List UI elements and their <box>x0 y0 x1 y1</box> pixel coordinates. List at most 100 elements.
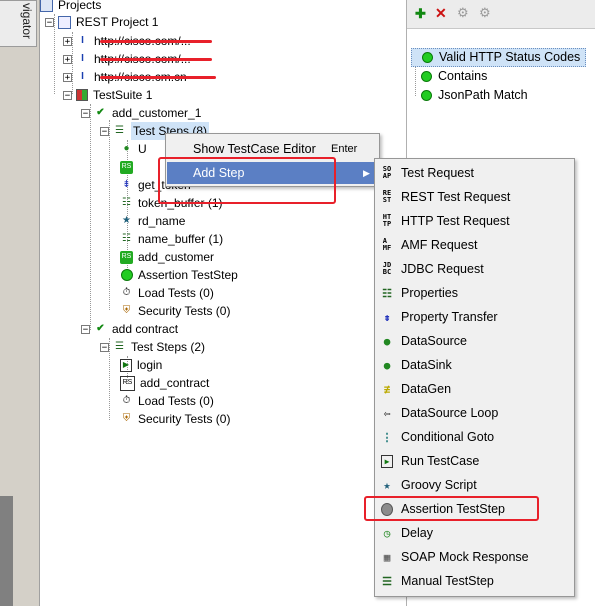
submenu-item-datasink[interactable]: ● DataSink <box>375 353 574 377</box>
step-label: U <box>138 142 147 156</box>
tree-step[interactable]: ● U <box>120 140 147 158</box>
load-test-icon: ⏱ <box>122 287 131 298</box>
tree-step[interactable]: ☷ name_buffer (1) <box>120 230 223 248</box>
testcase-check-icon: ✔ <box>96 323 105 334</box>
tree-teststeps-2[interactable]: − ☰ Test Steps (2) <box>100 338 205 356</box>
rest-service-icon: I <box>81 71 84 82</box>
testcase-check-icon: ✔ <box>96 107 105 118</box>
manual-icon: ☰ <box>382 574 392 588</box>
tree-step[interactable]: Assertion TestStep <box>120 266 238 284</box>
collapse-icon[interactable]: − <box>81 108 90 118</box>
http-icon: HT TP <box>382 213 392 228</box>
settings-icon[interactable]: ⚙ <box>479 5 491 21</box>
expand-icon[interactable]: + <box>63 36 72 46</box>
tree-testcase-1[interactable]: − ✔ add_customer_1 <box>81 104 201 122</box>
submenu-item-groovy-script[interactable]: ★ Groovy Script <box>375 473 574 497</box>
configure-icon[interactable]: ⚙ <box>457 5 469 21</box>
redaction-mark <box>100 58 212 61</box>
submenu-item-label: Manual TestStep <box>401 574 494 588</box>
tree-step[interactable]: RS add_contract <box>120 374 209 392</box>
collapse-icon[interactable]: − <box>100 126 109 136</box>
rest-step-icon: RS <box>120 375 135 391</box>
tree-line <box>90 104 91 330</box>
tree-root[interactable]: Projects <box>40 0 101 14</box>
testsuite-label: TestSuite 1 <box>93 88 153 102</box>
collapse-icon[interactable]: − <box>81 324 90 334</box>
submenu-item-label: SOAP Mock Response <box>401 550 529 564</box>
navigator-tab[interactable]: vigator <box>0 0 37 47</box>
assertion-item[interactable]: Valid HTTP Status Codes <box>411 48 586 67</box>
assertion-pass-icon <box>422 52 433 63</box>
submenu-item-label: AMF Request <box>401 238 478 252</box>
assertion-green-icon <box>120 269 133 282</box>
transfer-icon: ⇟ <box>122 179 131 190</box>
submenu-item-datagen[interactable]: ≢ DataGen <box>375 377 574 401</box>
redaction-mark <box>100 40 212 43</box>
submenu-item-rest-request[interactable]: RE ST REST Test Request <box>375 185 574 209</box>
rest-step-icon: RS <box>120 160 133 174</box>
tree-step[interactable]: ★ rd_name <box>120 212 185 230</box>
security-test-icon: ⛨ <box>122 413 131 424</box>
expand-icon[interactable]: + <box>63 54 72 64</box>
tree-step[interactable]: RS <box>120 158 138 176</box>
assertion-item[interactable]: JsonPath Match <box>421 86 528 105</box>
step-label: Assertion TestStep <box>138 268 238 282</box>
submenu-item-label: Groovy Script <box>401 478 477 492</box>
datasource-icon: ● <box>123 143 130 154</box>
tree-project[interactable]: − REST Project 1 <box>45 13 158 31</box>
collapse-icon[interactable]: − <box>63 90 72 100</box>
submenu-item-label: Delay <box>401 526 433 540</box>
submenu-item-datasource[interactable]: ● DataSource <box>375 329 574 353</box>
tree-loadtests-1[interactable]: ⏱ Load Tests (0) <box>120 284 214 302</box>
jdbc-icon: JD BC <box>382 261 392 276</box>
submenu-item-label: REST Test Request <box>401 190 511 204</box>
rest-step-icon: RS <box>120 250 133 264</box>
add-step-submenu: SO AP Test Request RE ST REST Test Request H… <box>374 158 575 597</box>
tree-securitytests-1[interactable]: ⛨ Security Tests (0) <box>120 302 231 320</box>
redaction-mark <box>100 76 216 79</box>
tree-testsuite[interactable]: − TestSuite 1 <box>63 86 152 104</box>
securitytests-label: Security Tests (0) <box>138 412 231 426</box>
submenu-item-delay[interactable]: ◷ Delay <box>375 521 574 545</box>
load-test-icon: ⏱ <box>122 395 131 406</box>
teststeps-icon: ☰ <box>115 341 124 352</box>
submenu-item-label: DataSink <box>401 358 452 372</box>
testsuite-icon <box>76 89 88 101</box>
testcase-label: add contract <box>112 322 179 336</box>
remove-assertion-icon[interactable]: ✕ <box>435 5 447 22</box>
submenu-item-conditional-goto[interactable]: ⋮ Conditional Goto <box>375 425 574 449</box>
teststeps-icon: ☰ <box>115 125 124 136</box>
projects-icon <box>40 0 53 12</box>
tree-testcase-2[interactable]: − ✔ add contract <box>81 320 178 338</box>
tree-step[interactable]: ▶ login <box>120 356 162 374</box>
submenu-item-test-request[interactable]: SO AP Test Request <box>375 161 574 185</box>
collapse-icon[interactable]: − <box>100 342 109 352</box>
tree-securitytests-2[interactable]: ⛨ Security Tests (0) <box>120 410 231 428</box>
submenu-item-http-request[interactable]: HT TP HTTP Test Request <box>375 209 574 233</box>
expand-icon[interactable]: + <box>63 72 72 82</box>
securitytests-label: Security Tests (0) <box>138 304 231 318</box>
tree-loadtests-2[interactable]: ⏱ Load Tests (0) <box>120 392 214 410</box>
navigator-tab-label: vigator <box>20 3 34 40</box>
add-assertion-icon[interactable]: ✚ <box>415 6 426 22</box>
project-label: REST Project 1 <box>76 15 159 29</box>
submenu-item-property-transfer[interactable]: ⇟ Property Transfer <box>375 305 574 329</box>
rest-icon: RE ST <box>382 189 392 204</box>
assertion-item[interactable]: Contains <box>421 67 487 86</box>
groovy-star-icon: ★ <box>122 215 131 226</box>
submenu-item-amf-request[interactable]: A MF AMF Request <box>375 233 574 257</box>
submenu-item-run-testcase[interactable]: ▶ Run TestCase <box>375 449 574 473</box>
submenu-item-manual-teststep[interactable]: ☰ Manual TestStep <box>375 569 574 593</box>
submenu-item-properties[interactable]: ☷ Properties <box>375 281 574 305</box>
submenu-arrow-icon: ▶ <box>363 168 370 178</box>
submenu-item-soap-mock[interactable]: ▦ SOAP Mock Response <box>375 545 574 569</box>
submenu-item-jdbc-request[interactable]: JD BC JDBC Request <box>375 257 574 281</box>
tree-step[interactable]: RS add_customer <box>120 248 214 266</box>
goto-icon: ⋮ <box>381 430 393 444</box>
collapse-icon[interactable]: − <box>45 17 54 27</box>
submenu-item-label: Property Transfer <box>401 310 498 324</box>
assertion-label: Contains <box>438 69 488 83</box>
run-icon: ▶ <box>381 454 393 468</box>
submenu-item-datasource-loop[interactable]: ⇦ DataSource Loop <box>375 401 574 425</box>
clock-icon: ◷ <box>383 526 391 540</box>
